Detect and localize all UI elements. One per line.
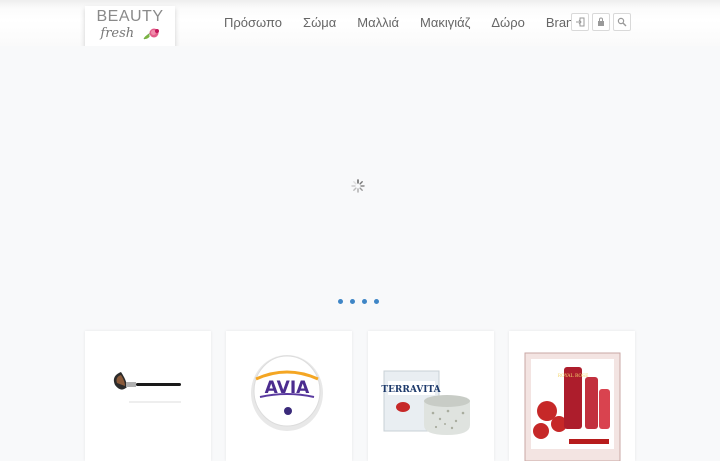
loading-spinner-icon [351,179,365,193]
rose-set-brand-label: ROYAL ROSE [558,373,589,379]
header-icons [571,13,631,31]
logo-fresh-text: fresh [100,26,135,41]
login-icon [576,17,585,27]
product-card-terravita[interactable]: TERRAVITA [367,331,494,461]
main-nav: Πρόσωπο Σώμα Μαλλιά Μακιγιάζ Δώρο Brands [224,14,608,32]
terravita-brand-label: TERRAVITA [381,385,441,395]
slider-dot-3[interactable] [362,299,367,304]
rose-gift-set-image: ROYAL ROSE [524,352,621,461]
search-icon [617,17,627,27]
nav-item-soma[interactable]: Σώμα [303,14,336,32]
logo-beauty-text: BEAUTY [96,8,164,25]
slider-dot-4[interactable] [374,299,379,304]
cart-button[interactable] [592,13,610,31]
slider-dot-2[interactable] [350,299,355,304]
avia-jar-image: AVIA [251,355,324,431]
makeup-brush-image [113,372,181,403]
terravita-jar-image: TERRAVITA [381,370,470,435]
nav-item-doro[interactable]: Δώρο [491,14,524,32]
product-card-rose-set[interactable]: ROYAL ROSE [508,331,635,461]
nav-item-prosopo[interactable]: Πρόσωπο [224,14,282,32]
slider-pagination [338,299,379,304]
bag-icon [598,17,604,26]
avia-brand-label: AVIA [265,378,310,398]
product-grid: AVIA TERRAVITA ROYAL ROSE [85,331,635,461]
nav-item-makigiaz[interactable]: Μακιγιάζ [420,14,470,32]
product-card-avia[interactable]: AVIA [226,331,353,461]
login-button[interactable] [571,13,589,31]
rose-icon [143,28,159,40]
nav-item-mallia[interactable]: Μαλλιά [357,14,399,32]
search-button[interactable] [613,13,631,31]
slider-dot-1[interactable] [338,299,343,304]
product-card-brush[interactable] [85,331,211,461]
